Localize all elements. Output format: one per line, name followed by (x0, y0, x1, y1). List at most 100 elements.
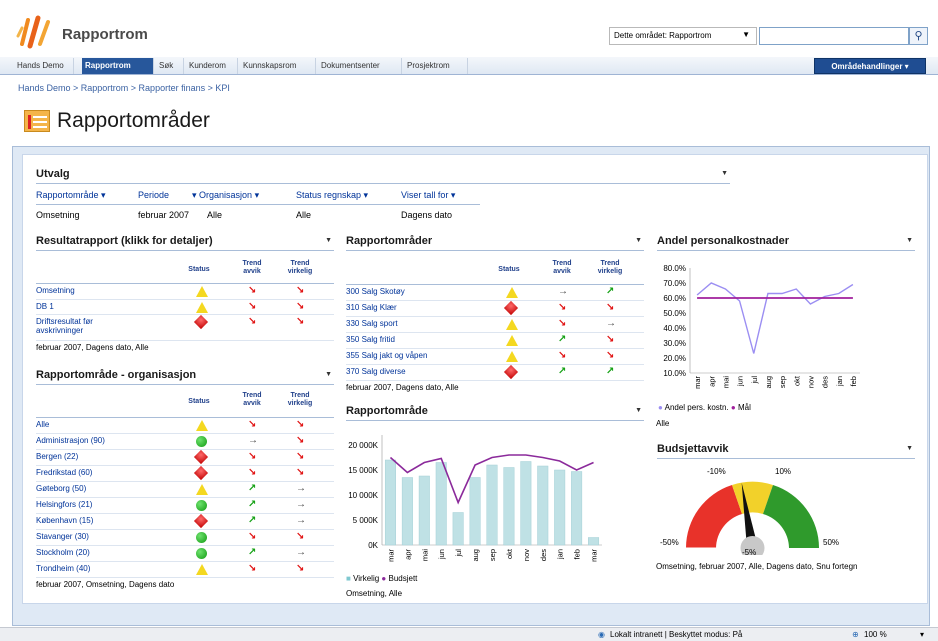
trend-up-arrow-icon: ↗ (248, 515, 257, 526)
row-label[interactable]: Omsetning (36, 286, 75, 295)
y-tick-label: 10 000K (348, 491, 378, 500)
tab-kunnskapsrom[interactable]: Kunnskapsrom (240, 58, 316, 74)
webpart-menu-icon[interactable]: ▼ (721, 170, 728, 177)
webpart-menu-icon[interactable]: ▼ (635, 407, 642, 414)
row-label[interactable]: Alle (36, 420, 49, 429)
row-divider (346, 348, 644, 349)
personalkostnader-title-text: Andel personalkostnader (657, 235, 790, 247)
filter-status-regnskap[interactable]: Status regnskap ▾ (296, 190, 368, 201)
x-tick-label: des (821, 376, 830, 388)
row-label[interactable]: Stockholm (20) (36, 548, 90, 557)
filter-organisasjon[interactable]: ▾ Organisasjon ▾ (192, 190, 259, 201)
search-scope-select[interactable]: Dette området: Rapportrom ▼ (609, 27, 757, 45)
trend-down-arrow-icon: ↘ (606, 302, 615, 313)
virkelig-bar (571, 471, 583, 546)
site-actions-button[interactable]: Områdehandlinger ▾ (814, 58, 926, 74)
virkelig-bar (384, 459, 396, 546)
gauge-label-plus50: 50% (823, 538, 840, 547)
webpart-menu-icon[interactable]: ▼ (635, 237, 642, 244)
row-label[interactable]: Helsingfors (21) (36, 500, 92, 509)
table-header-divider (36, 283, 334, 284)
trend-flat-arrow-icon: → (296, 515, 306, 526)
table-footer: februar 2007, Omsetning, Dagens dato (36, 580, 175, 589)
row-label[interactable]: DB 1 (36, 302, 54, 311)
webpart-menu-icon[interactable]: ▼ (906, 445, 913, 452)
row-label[interactable]: Bergen (22) (36, 452, 78, 461)
virkelig-bar (401, 477, 413, 546)
site-title[interactable]: Rapportrom (62, 26, 148, 43)
x-tick-label: apr (403, 549, 412, 560)
status-green-icon (196, 532, 207, 543)
row-divider (36, 481, 334, 482)
tab-kunderom[interactable]: Kunderom (186, 58, 238, 74)
x-tick-label: feb (573, 549, 582, 559)
trend-down-arrow-icon: ↘ (248, 451, 257, 462)
row-divider (36, 561, 334, 562)
row-divider (36, 529, 334, 530)
filter-value-viser: Dagens dato (401, 210, 453, 220)
breadcrumb[interactable]: Hands Demo > Rapportrom > Rapporter fina… (18, 83, 230, 93)
trend-down-arrow-icon: ↘ (558, 318, 567, 329)
trend-flat-arrow-icon: → (296, 499, 306, 510)
virkelig-bar (486, 464, 498, 546)
row-label[interactable]: 300 Salg Skotøy (346, 287, 405, 296)
x-tick-label: aug (764, 376, 773, 389)
column-header-trend-avvik: Trend avvik (242, 392, 262, 407)
row-label[interactable]: København (15) (36, 516, 93, 525)
bar-chart-footer: Omsetning, Alle (346, 589, 403, 598)
row-label[interactable]: Gøteborg (50) (36, 484, 86, 493)
x-tick-label: des (539, 549, 548, 561)
trend-flat-arrow-icon: → (558, 286, 568, 297)
tab-dokumentsenter[interactable]: Dokumentsenter (318, 58, 402, 74)
rapportomrade-bar-chart: 0K5 000K10 000K15 000K20 000Kmar apr mai ju… (348, 435, 602, 562)
filter-periode[interactable]: Periode (138, 190, 169, 200)
trend-down-arrow-icon: ↘ (296, 531, 305, 542)
virkelig-bar (588, 537, 600, 546)
resultatrapport-title-text[interactable]: Resultatrapport (klikk for detaljer) (36, 235, 213, 247)
row-label[interactable]: Trondheim (40) (36, 564, 90, 573)
trend-down-arrow-icon: ↘ (248, 285, 257, 296)
tab-hands-demo[interactable]: Hands Demo (14, 58, 74, 74)
page-title: Rapportområder (57, 109, 210, 132)
zoom-level[interactable]: 100 % (864, 630, 887, 639)
trend-up-arrow-icon: ↗ (558, 334, 567, 345)
webpart-menu-icon[interactable]: ▼ (325, 371, 332, 378)
row-label[interactable]: Administrasjon (90) (36, 436, 105, 445)
row-label[interactable]: Fredrikstad (60) (36, 468, 92, 477)
row-label[interactable]: 350 Salg fritid (346, 335, 395, 344)
chevron-down-icon[interactable]: ▾ (920, 630, 924, 639)
row-divider (346, 380, 644, 381)
row-label[interactable]: 310 Salg Klær (346, 303, 397, 312)
trend-down-arrow-icon: ↘ (296, 316, 305, 327)
x-tick-label: jul (750, 376, 759, 385)
trend-flat-arrow-icon: → (296, 547, 306, 558)
search-input[interactable] (759, 27, 909, 45)
y-tick-label: 20 000K (348, 441, 378, 450)
row-label[interactable]: Driftsresultat før avskrivninger (36, 317, 116, 335)
virkelig-bar (452, 512, 464, 546)
row-divider (346, 364, 644, 365)
filter-value-organisasjon: Alle (207, 210, 223, 220)
row-label[interactable]: 330 Salg sport (346, 319, 398, 328)
tab-rapportrom[interactable]: Rapportrom (82, 58, 154, 74)
status-green-icon (196, 436, 207, 447)
x-tick-label: sep (778, 376, 787, 388)
tab-sok[interactable]: Søk (156, 58, 184, 74)
filter-viser-tall-for[interactable]: Viser tall for ▾ (401, 190, 455, 201)
x-tick-label: jun (437, 549, 446, 560)
gauge-label-minus10: -10% (707, 467, 726, 476)
row-label[interactable]: 355 Salg jakt og våpen (346, 351, 427, 360)
column-header-trend-avvik: Trend avvik (242, 260, 262, 275)
webpart-menu-icon[interactable]: ▼ (906, 237, 913, 244)
row-label[interactable]: 370 Salg diverse (346, 367, 406, 376)
row-label[interactable]: Stavanger (30) (36, 532, 89, 541)
status-green-icon (196, 548, 207, 559)
webpart-menu-icon[interactable]: ▼ (325, 237, 332, 244)
rapportomrade-chart-title: Rapportområde ▼ (346, 405, 644, 421)
filter-rapportomrade[interactable]: Rapportområde ▾ (36, 190, 106, 201)
table-header-divider (36, 417, 334, 418)
tab-prosjektrom[interactable]: Prosjektrom (404, 58, 468, 74)
y-tick-label: 30.0% (663, 339, 686, 348)
search-icon[interactable]: ⚲ (909, 27, 928, 45)
x-tick-label: sep (488, 549, 497, 561)
